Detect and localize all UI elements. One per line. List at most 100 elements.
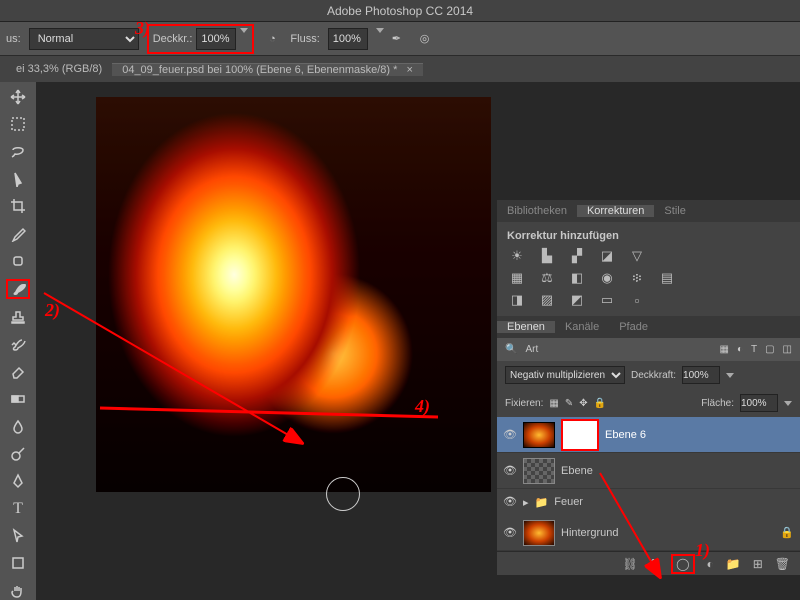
visibility-icon[interactable]: 👁 [503,428,517,442]
dodge-tool-icon[interactable] [6,445,30,463]
flow-dropdown-arrow[interactable] [376,33,384,45]
lock-all-icon[interactable]: 🔒 [594,398,606,409]
lut-icon[interactable]: ▤ [657,270,677,286]
bw-icon[interactable]: ◧ [567,270,587,286]
blend-mode-dropdown[interactable]: Normal [29,28,139,50]
filter-type-icon[interactable]: T [751,344,757,355]
new-group-icon[interactable]: 📁 [726,557,741,571]
filter-pixel-icon[interactable]: ▦ [719,344,728,355]
tab-pfade[interactable]: Pfade [609,321,658,333]
new-layer-icon[interactable]: ⊞ [753,557,763,571]
korrekturen-heading: Korrektur hinzufügen [507,230,790,242]
trash-icon[interactable]: 🗑 [775,557,790,571]
fläche-label: Fläche: [701,398,734,409]
link-icon[interactable]: ⛓ [622,557,637,571]
search-icon[interactable]: 🔍 [505,344,517,355]
path-select-tool-icon[interactable] [6,527,30,545]
layer-folder-feuer[interactable]: 👁 ▸ 📁 Feuer [497,489,800,515]
layer-thumb[interactable] [523,422,555,448]
opacity-arrow-icon[interactable] [726,373,734,378]
mixer-icon[interactable]: ፨ [627,270,647,286]
layer-opacity-input[interactable] [682,366,720,384]
layer-name[interactable]: Ebene 6 [605,429,646,441]
threshold-icon[interactable]: ◩ [567,292,587,308]
layer-name[interactable]: Hintergrund [561,527,618,539]
opacity-dropdown-arrow[interactable] [240,33,248,45]
history-brush-tool-icon[interactable] [6,336,30,354]
layer-row-background[interactable]: 👁 Hintergrund 🔒 [497,515,800,551]
exposure-icon[interactable]: ◪ [597,248,617,264]
lock-trans-icon[interactable]: ▦ [549,398,558,409]
flow-input[interactable] [328,28,368,50]
crop-tool-icon[interactable] [6,197,30,215]
layer-fill-input[interactable] [740,394,778,412]
visibility-icon[interactable]: 👁 [503,495,517,509]
brightness-icon[interactable]: ☀ [507,248,527,264]
brush-tool-icon[interactable] [6,279,30,299]
folder-name[interactable]: Feuer [554,496,583,508]
move-tool-icon[interactable] [6,88,30,106]
type-tool-icon[interactable]: T [6,500,30,518]
document-tab-1[interactable]: ei 33,3% (RGB/8) [6,63,112,75]
pressure-icon[interactable]: ◔ [262,33,282,45]
layer-row-ebene6[interactable]: 👁 Ebene 6 [497,417,800,453]
fx-icon[interactable]: fx [650,557,659,571]
hand-tool-icon[interactable] [6,582,30,600]
opacity-input[interactable] [196,28,236,50]
layer-row-ebene[interactable]: 👁 Ebene [497,453,800,489]
layer-name[interactable]: Ebene [561,465,593,477]
airbrush-icon[interactable]: ✒ [392,32,412,45]
layer-thumb[interactable] [523,458,555,484]
invert-icon[interactable]: ◨ [507,292,527,308]
layer-mask-thumb[interactable] [564,422,596,448]
tab-bibliotheken[interactable]: Bibliotheken [497,205,577,217]
lock-paint-icon[interactable]: ✎ [565,398,573,409]
marquee-tool-icon[interactable] [6,115,30,133]
selective-icon[interactable]: ▫ [627,292,647,308]
levels-icon[interactable]: ▙ [537,248,557,264]
photo-filter-icon[interactable]: ◉ [597,270,617,286]
filter-adj-icon[interactable]: ◐ [737,344,743,355]
close-tab-icon[interactable]: × [406,64,412,76]
tab-kanäle[interactable]: Kanäle [555,321,609,333]
balance-icon[interactable]: ⚖ [537,270,557,286]
eyedropper-tool-icon[interactable] [6,225,30,243]
visibility-icon[interactable]: 👁 [503,464,517,478]
tab-stile[interactable]: Stile [654,205,695,217]
stamp-tool-icon[interactable] [6,308,30,326]
layer-lock-row: Fixieren: ▦ ✎ ✥ 🔒 Fläche: [497,389,800,417]
tab-ebenen[interactable]: Ebenen [497,321,555,333]
hue-icon[interactable]: ▦ [507,270,527,286]
fill-arrow-icon[interactable] [784,401,792,406]
annotation-3: 3) [135,18,150,39]
curves-icon[interactable]: ▞ [567,248,587,264]
filter-smart-icon[interactable]: ◫ [783,344,792,355]
pen-tool-icon[interactable] [6,472,30,490]
annotation-4: 4) [415,396,430,417]
eraser-tool-icon[interactable] [6,363,30,381]
healing-tool-icon[interactable] [6,252,30,270]
add-mask-button[interactable]: ◯ [671,554,694,574]
posterize-icon[interactable]: ▨ [537,292,557,308]
korrekturen-panel: Korrektur hinzufügen ☀ ▙ ▞ ◪ ▽ ▦ ⚖ ◧ ◉ ፨… [497,222,800,316]
filter-label: Art [525,344,538,355]
visibility-icon[interactable]: 👁 [503,526,517,540]
vibrance-icon[interactable]: ▽ [627,248,647,264]
expand-arrow-icon[interactable]: ▸ [523,496,529,509]
shape-tool-icon[interactable] [6,554,30,572]
canvas[interactable] [96,97,491,492]
gradient-map-icon[interactable]: ▭ [597,292,617,308]
pressure-size-icon[interactable]: ◎ [420,32,440,45]
lasso-tool-icon[interactable] [6,143,30,161]
layer-thumb[interactable] [523,520,555,546]
filter-shape-icon[interactable]: ▢ [765,344,774,355]
document-tab-2[interactable]: 04_09_feuer.psd bei 100% (Ebene 6, Ebene… [112,63,423,76]
layers-footer: ⛓ fx ◯ ◐ 📁 ⊞ 🗑 [497,551,800,575]
gradient-tool-icon[interactable] [6,390,30,408]
quick-select-tool-icon[interactable] [6,170,30,188]
lock-pos-icon[interactable]: ✥ [579,398,587,409]
opacity-group-annotated: Deckkr.: [147,24,255,54]
tab-korrekturen[interactable]: Korrekturen [577,205,654,217]
blur-tool-icon[interactable] [6,418,30,436]
blend-mode-select[interactable]: Negativ multiplizieren [505,366,625,384]
